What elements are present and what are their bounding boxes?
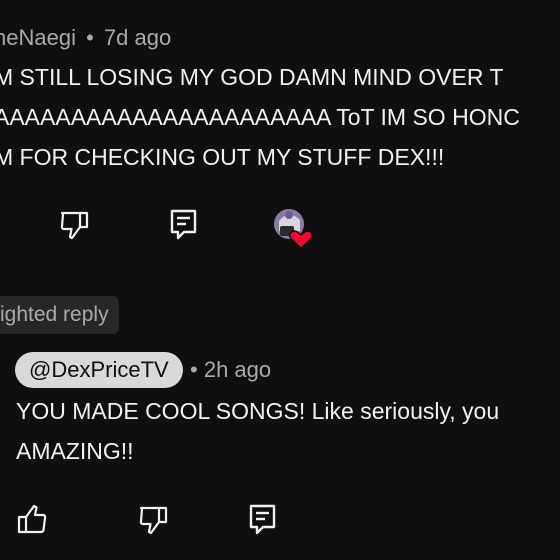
parent-comment-text-line: M FOR CHECKING OUT MY STUFF DEX!!! [0, 144, 445, 170]
parent-comment-time[interactable]: 7d ago [104, 25, 171, 50]
reply-text-line: YOU MADE COOL SONGS! Like seriously, you [16, 398, 500, 424]
reply-like-button[interactable] [15, 503, 49, 537]
highlighted-reply-badge: ighted reply [0, 296, 119, 334]
thumbs-down-icon [60, 211, 89, 240]
thumbs-down-icon [139, 506, 168, 535]
reply-reply-button[interactable] [246, 503, 280, 537]
parent-comment-author[interactable]: neNaegi [0, 25, 76, 50]
meta-separator: • [190, 357, 198, 382]
parent-comment-text-line: AAAAAAAAAAAAAAAAAAAAAA ToT IM SO HONC [0, 104, 520, 130]
creator-heart-icon[interactable] [273, 207, 313, 249]
parent-reply-button[interactable] [167, 208, 201, 242]
thumbs-up-icon [17, 504, 47, 534]
reply-text-line: AMAZING!! [16, 438, 134, 464]
reply-author-chip[interactable]: @DexPriceTV [15, 352, 183, 388]
reply-comment-icon [170, 209, 197, 240]
reply-time[interactable]: 2h ago [204, 357, 271, 382]
reply-meta: • 2h ago [190, 357, 271, 383]
parent-comment-text-line: M STILL LOSING MY GOD DAMN MIND OVER T [0, 64, 504, 90]
meta-separator: • [86, 25, 94, 50]
creator-heart-avatar-icon [274, 209, 313, 249]
reply-dislike-button[interactable] [137, 503, 171, 537]
parent-comment-meta: neNaegi • 7d ago [0, 25, 171, 51]
reply-comment-icon [249, 504, 276, 535]
parent-dislike-button[interactable] [58, 208, 92, 242]
